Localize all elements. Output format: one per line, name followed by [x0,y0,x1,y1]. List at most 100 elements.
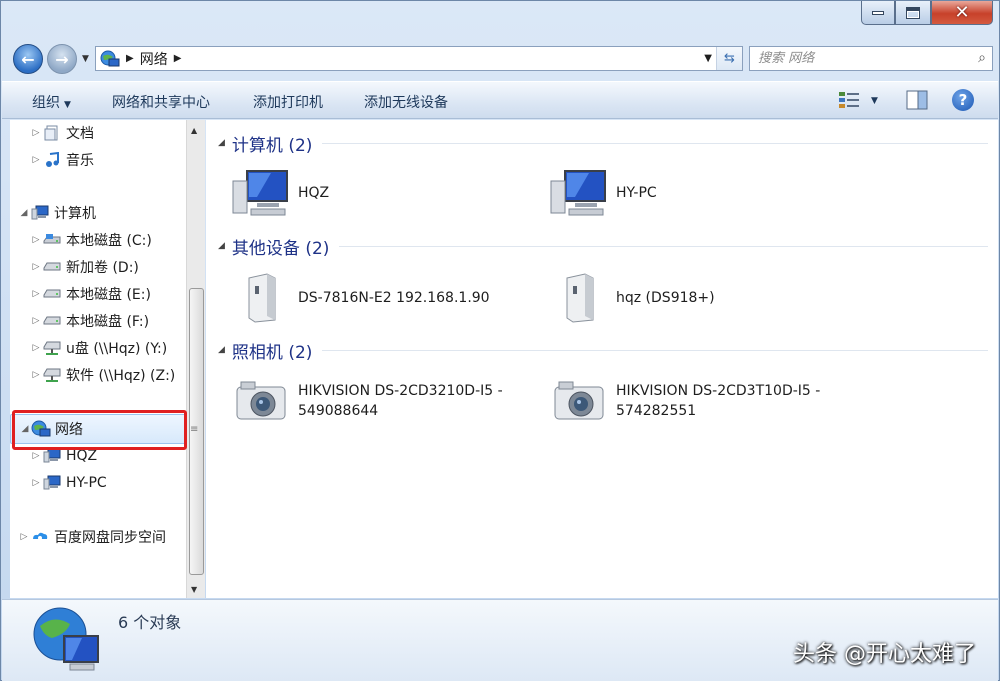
history-dropdown-icon[interactable]: ▼ [82,54,89,64]
device-tile-camera-1[interactable]: HIKVISION DS-2CD3210D-I5 - 549088644 [230,373,503,429]
expand-icon[interactable]: ▷ [30,343,42,353]
content-pane[interactable]: ◢ 计算机 (2) HQZ HY-PC ◢ 其他设备 (2) DS-7816N-… [206,120,998,598]
tree-item-drive-e[interactable]: ▷ 本地磁盘 (E:) [10,281,186,307]
watermark-text: 头条 @开心太难了 [793,642,976,667]
device-name: HY-PC [616,185,657,201]
collapse-icon[interactable]: ◢ [18,208,30,218]
navigation-scrollbar[interactable]: ▲ ≡ ▼ [186,120,205,598]
view-options-icon[interactable] [838,90,862,110]
address-dropdown-icon[interactable]: ▼ [704,53,712,64]
group-label: 其他设备 (2) [231,238,330,259]
view-dropdown-icon[interactable]: ▼ [871,96,878,106]
expand-icon[interactable]: ▷ [18,532,30,542]
search-icon[interactable]: ⌕ [978,50,986,66]
tree-item-label: 百度网盘同步空间 [54,530,166,546]
add-wireless-device-button[interactable]: 添加无线设备 [364,92,448,112]
breadcrumb-separator-icon[interactable]: ▶ [126,53,134,64]
tree-item-music[interactable]: ▷ 音乐 [10,147,186,173]
tree-item-drive-c[interactable]: ▷ 本地磁盘 (C:) [10,227,186,253]
collapse-icon[interactable]: ◢ [218,241,225,251]
divider [322,142,988,144]
tree-item-label: HY-PC [66,475,107,491]
network-sharing-center-button[interactable]: 网络和共享中心 [112,92,210,112]
device-name-line: 574282551 [616,403,697,419]
device-tile-hqz-ds918[interactable]: hqz (DS918+) [548,270,715,326]
address-bar[interactable]: ▶ 网络 ▶ ▼ ⇆ [95,46,743,71]
device-name: hqz (DS918+) [616,290,715,306]
group-header-cameras[interactable]: ◢ 照相机 (2) [218,338,988,363]
maximize-button[interactable] [895,1,931,25]
collapse-icon[interactable]: ◢ [218,138,225,148]
search-box[interactable]: ⌕ [749,46,993,71]
tree-item-computer[interactable]: ◢ 计算机 [10,200,186,226]
tree-item-baidu-sync[interactable]: ▷ 百度网盘同步空间 [10,524,186,550]
device-name: HIKVISION DS-2CD3210D-I5 - 549088644 [298,381,503,421]
breadcrumb-network[interactable]: 网络 [140,49,168,69]
tree-item-label: 软件 (\\Hqz) (Z:) [66,368,176,384]
server-device-icon [230,270,292,326]
expand-icon[interactable]: ▷ [30,155,42,165]
tree-item-documents[interactable]: ▷ 文档 [10,120,186,146]
tree-item-label: u盘 (\\Hqz) (Y:) [66,341,168,357]
forward-button[interactable]: → [47,44,77,74]
computer-icon [230,165,292,221]
search-input[interactable] [758,51,958,66]
device-name: DS-7816N-E2 192.168.1.90 [298,290,490,306]
network-globe-icon [33,607,99,671]
minimize-button[interactable] [861,1,895,25]
scroll-up-icon[interactable]: ▲ [191,126,197,135]
help-button[interactable]: ? [952,89,974,111]
expand-icon[interactable]: ▷ [30,451,42,461]
close-button[interactable]: ✕ [931,1,993,25]
expand-icon[interactable]: ▷ [30,128,42,138]
scroll-grip-icon: ≡ [190,424,199,435]
tree-item-drive-y[interactable]: ▷ u盘 (\\Hqz) (Y:) [10,335,186,361]
preview-pane-icon[interactable] [906,90,928,110]
divider [322,349,988,351]
documents-icon [42,124,62,142]
device-name-line: HIKVISION DS-2CD3210D-I5 - [298,383,503,399]
scroll-down-icon[interactable]: ▼ [191,585,197,594]
organize-label: 组织 [32,95,60,111]
refresh-button[interactable]: ⇆ [716,47,742,70]
expand-icon[interactable]: ▷ [30,316,42,326]
add-printer-button[interactable]: 添加打印机 [253,92,323,112]
collapse-icon[interactable]: ◢ [218,345,225,355]
expand-icon[interactable]: ▷ [30,289,42,299]
device-tile-camera-2[interactable]: HIKVISION DS-2CD3T10D-I5 - 574282551 [548,373,820,429]
tree-item-drive-f[interactable]: ▷ 本地磁盘 (F:) [10,308,186,334]
back-button[interactable]: ← [13,44,43,74]
maximize-icon [906,6,920,19]
tree-item-hy-pc[interactable]: ▷ HY-PC [10,470,186,496]
device-tile-ds-7816n[interactable]: DS-7816N-E2 192.168.1.90 [230,270,490,326]
expand-icon[interactable]: ▷ [30,478,42,488]
chevron-down-icon: ▼ [64,100,71,110]
navigation-row: ← → ▼ ▶ 网络 ▶ ▼ ⇆ ⌕ [9,41,993,77]
expand-icon[interactable]: ▷ [30,370,42,380]
expand-icon[interactable]: ▷ [30,262,42,272]
tree-item-label: 本地磁盘 (C:) [66,233,152,249]
close-icon: ✕ [954,1,970,23]
caption-buttons: ✕ [861,1,993,25]
group-header-other-devices[interactable]: ◢ 其他设备 (2) [218,234,988,259]
group-label: 计算机 (2) [231,135,313,156]
network-drive-icon [42,366,62,384]
network-drive-icon [42,339,62,357]
computer-icon [42,474,62,492]
breadcrumb-separator-icon[interactable]: ▶ [174,53,182,64]
minimize-icon [872,10,884,15]
device-tile-hy-pc[interactable]: HY-PC [548,165,657,221]
expand-icon[interactable]: ▷ [30,235,42,245]
group-label: 照相机 (2) [231,342,313,363]
navigation-pane[interactable]: ▷ 文档 ▷ 音乐 ◢ 计算机 ▷ 本地磁盘 (C:) ▷ 新加卷 (D:) ▷ [10,120,186,598]
computer-icon [548,165,610,221]
organize-button[interactable]: 组织 ▼ [32,92,71,112]
group-header-computers[interactable]: ◢ 计算机 (2) [218,131,988,156]
back-arrow-icon: ← [21,49,35,69]
server-device-icon [548,270,610,326]
device-tile-hqz[interactable]: HQZ [230,165,329,221]
device-name: HQZ [298,185,330,201]
command-bar: 组织 ▼ 网络和共享中心 添加打印机 添加无线设备 ▼ ? [2,81,998,119]
tree-item-drive-z[interactable]: ▷ 软件 (\\Hqz) (Z:) [10,362,186,388]
tree-item-drive-d[interactable]: ▷ 新加卷 (D:) [10,254,186,280]
